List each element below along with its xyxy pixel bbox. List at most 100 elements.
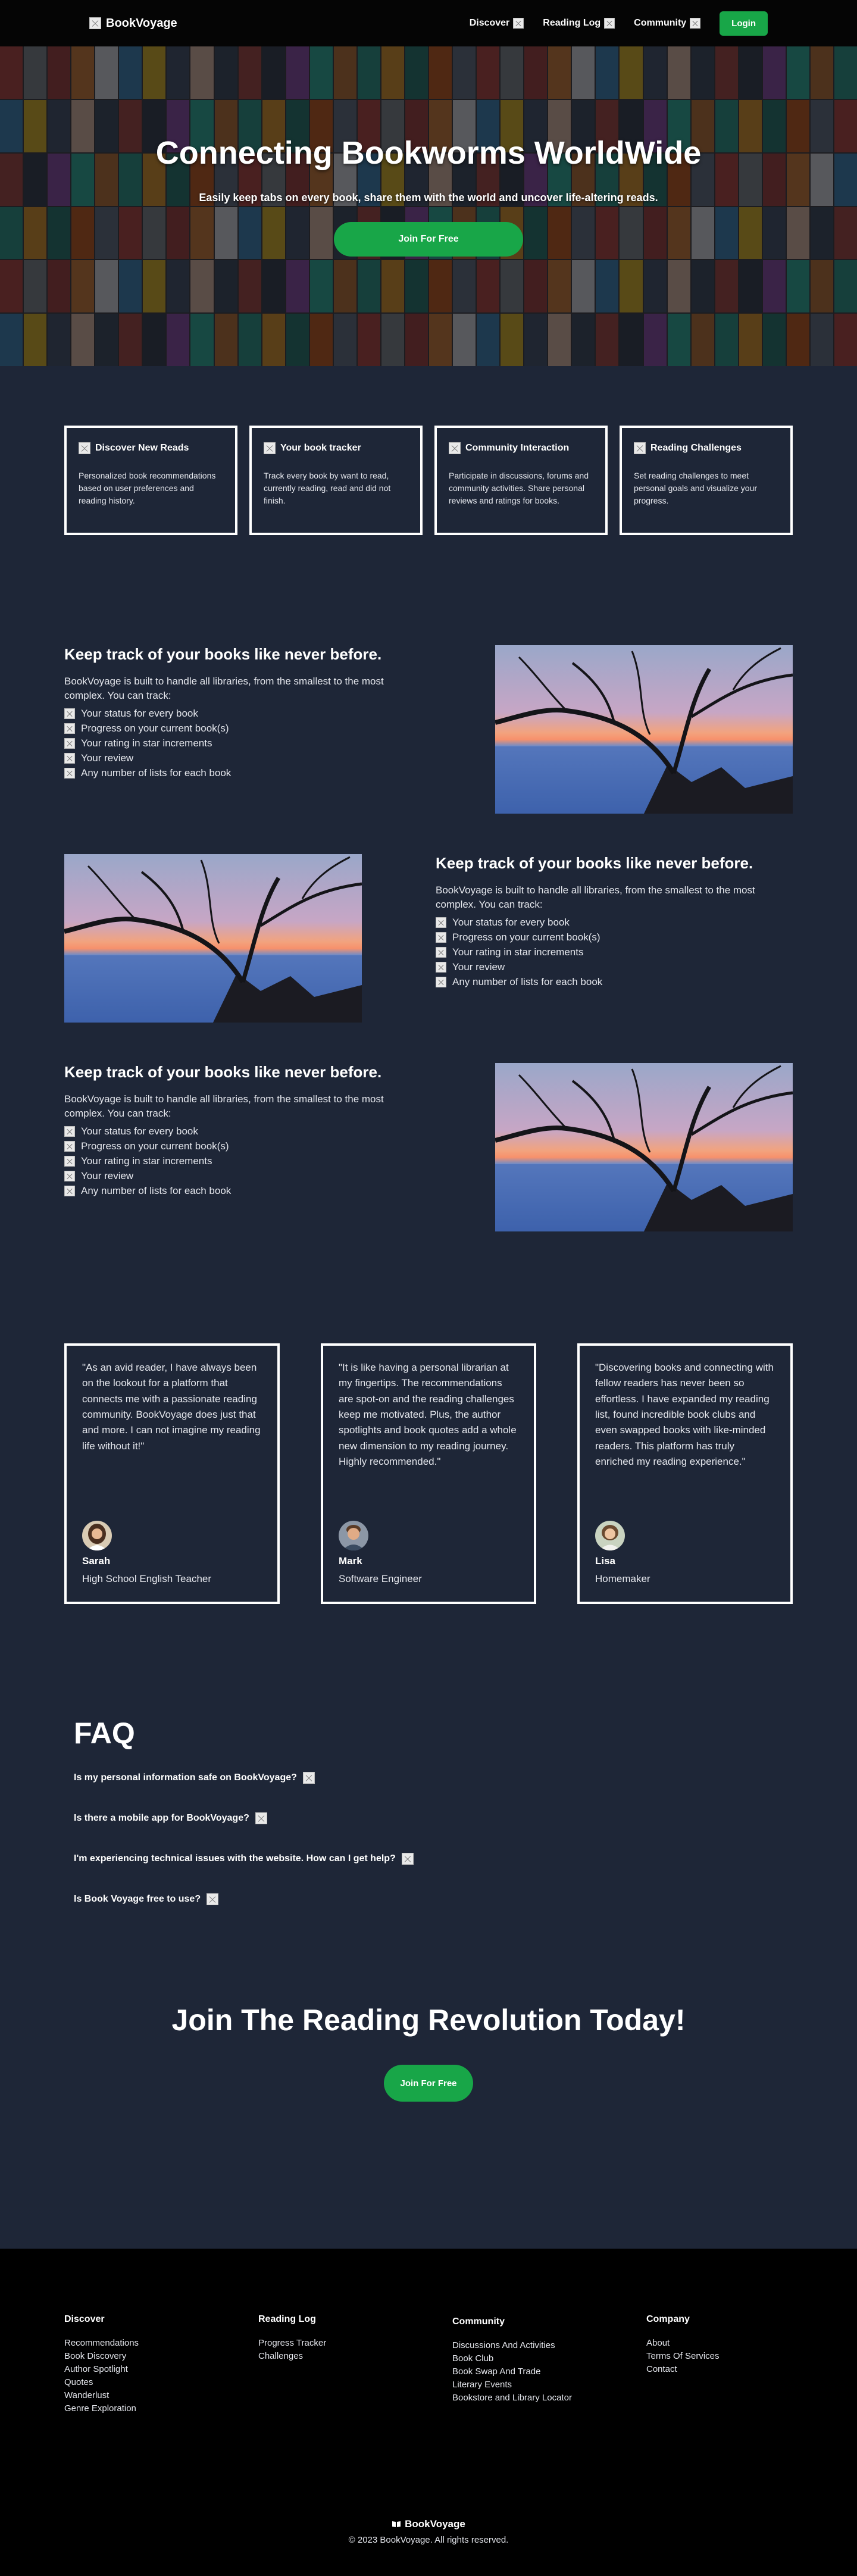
list-item: Progress on your current book(s) — [64, 721, 421, 736]
footer-brand: BookVoyage © 2023 BookVoyage. All rights… — [0, 2518, 857, 2545]
list-item: Progress on your current book(s) — [436, 930, 793, 945]
features-row: Discover New Reads Personalized book rec… — [0, 366, 857, 535]
track-copy: Keep track of your books like never befo… — [64, 645, 421, 781]
list-item-label: Progress on your current book(s) — [452, 931, 600, 943]
footer-link[interactable]: Recommendations — [64, 2337, 258, 2350]
check-icon — [436, 932, 446, 943]
hero-join-button[interactable]: Join For Free — [334, 222, 523, 257]
avatar — [339, 1521, 368, 1550]
list-item-label: Any number of lists for each book — [452, 976, 603, 988]
hero-section: Connecting Bookworms WorldWide Easily ke… — [0, 46, 857, 366]
testimonial-person: Lisa Homemaker — [595, 1521, 650, 1585]
feature-text: Personalized book recommendations based … — [79, 471, 216, 505]
testimonial-card-sarah: "As an avid reader, I have always been o… — [64, 1343, 280, 1604]
faq-question[interactable]: Is there a mobile app for BookVoyage? — [74, 1812, 783, 1824]
footer-link[interactable]: Bookstore and Library Locator — [452, 2391, 646, 2405]
faq-question-label: Is there a mobile app for BookVoyage? — [74, 1813, 249, 1823]
hero-title: Connecting Bookworms WorldWide — [155, 135, 702, 171]
book-icon — [89, 17, 101, 29]
brand-logo[interactable]: BookVoyage — [89, 17, 177, 30]
page: BookVoyage Discover Reading Log Communit… — [0, 0, 857, 2576]
testimonials-row: "As an avid reader, I have always been o… — [0, 1343, 857, 1604]
chevron-down-icon — [207, 1893, 219, 1905]
footer-link[interactable]: Contact — [646, 2363, 840, 2376]
join-title: Join The Reading Revolution Today! — [171, 2003, 686, 2037]
hero-subtitle: Easily keep tabs on every book, share th… — [199, 192, 658, 204]
faq-question[interactable]: Is Book Voyage free to use? — [74, 1893, 783, 1905]
tree-silhouette — [495, 647, 793, 814]
list-item-label: Any number of lists for each book — [81, 767, 232, 779]
join-button[interactable]: Join For Free — [384, 2065, 473, 2102]
track-title: Keep track of your books like never befo… — [436, 854, 753, 872]
testimonial-role: Software Engineer — [339, 1573, 422, 1584]
track-list: Your status for every book Progress on y… — [64, 1124, 421, 1199]
feature-card-discover: Discover New Reads Personalized book rec… — [64, 426, 237, 535]
tree-silhouette — [64, 856, 362, 1023]
footer-link[interactable]: Terms Of Services — [646, 2350, 840, 2363]
footer-link[interactable]: Book Club — [452, 2352, 646, 2365]
check-icon — [436, 917, 446, 929]
bookmark-icon — [264, 442, 276, 454]
people-icon — [449, 442, 461, 454]
faq-question[interactable]: I'm experiencing technical issues with t… — [74, 1853, 783, 1865]
check-icon — [64, 1156, 75, 1167]
footer-link[interactable]: Literary Events — [452, 2378, 646, 2391]
footer-link[interactable]: Quotes — [64, 2376, 258, 2389]
feature-text: Track every book by want to read, curren… — [264, 471, 391, 505]
footer-link[interactable]: Book Discovery — [64, 2350, 258, 2363]
list-item-label: Your rating in star increments — [81, 1155, 212, 1167]
list-item: Progress on your current book(s) — [64, 1139, 421, 1154]
nav-reading-log[interactable]: Reading Log — [543, 18, 615, 29]
book-icon — [392, 2521, 401, 2527]
check-icon — [64, 708, 75, 720]
footer-brand-name: BookVoyage — [405, 2518, 465, 2530]
chevron-down-icon — [604, 18, 615, 29]
footer-logo[interactable]: BookVoyage — [392, 2518, 465, 2530]
footer-column-company: Company About Terms Of Services Contact — [646, 2314, 840, 2415]
feature-title: Your book tracker — [280, 443, 361, 453]
login-button[interactable]: Login — [720, 11, 768, 36]
lake-tree-image — [495, 645, 793, 814]
footer-link[interactable]: Discussions And Activities — [452, 2339, 646, 2352]
avatar — [595, 1521, 625, 1550]
faq-question[interactable]: Is my personal information safe on BookV… — [74, 1772, 783, 1784]
nav-discover[interactable]: Discover — [470, 18, 524, 29]
feature-text: Set reading challenges to meet personal … — [634, 471, 758, 505]
list-item-label: Your status for every book — [81, 1126, 198, 1137]
footer-columns: Discover Recommendations Book Discovery … — [0, 2249, 857, 2415]
track-list: Your status for every book Progress on y… — [436, 915, 793, 990]
hero-content: Connecting Bookworms WorldWide Easily ke… — [0, 46, 857, 366]
list-item: Any number of lists for each book — [64, 1184, 421, 1199]
check-icon — [64, 1126, 75, 1137]
footer-link[interactable]: Book Swap And Trade — [452, 2365, 646, 2378]
list-item: Your review — [64, 751, 421, 766]
brand-name: BookVoyage — [106, 16, 177, 30]
compass-icon — [79, 442, 90, 454]
check-icon — [436, 977, 446, 988]
footer-link[interactable]: Author Spotlight — [64, 2363, 258, 2376]
feature-card-tracker: Your book tracker Track every book by wa… — [249, 426, 423, 535]
footer-link[interactable]: Wanderlust — [64, 2389, 258, 2402]
footer-column-title: Discover — [64, 2314, 105, 2324]
footer-column-reading-log: Reading Log Progress Tracker Challenges — [258, 2314, 452, 2415]
list-item-label: Your status for every book — [81, 708, 198, 720]
nav-community[interactable]: Community — [634, 18, 701, 29]
footer-link[interactable]: Progress Tracker — [258, 2337, 452, 2350]
testimonial-role: High School English Teacher — [82, 1573, 212, 1584]
footer-link[interactable]: Challenges — [258, 2350, 452, 2363]
track-intro: BookVoyage is built to handle all librar… — [436, 884, 755, 910]
check-icon — [64, 723, 75, 734]
list-item-label: Your rating in star increments — [81, 737, 212, 749]
track-list: Your status for every book Progress on y… — [64, 706, 421, 781]
footer-link[interactable]: About — [646, 2337, 840, 2350]
lake-tree-image — [64, 854, 362, 1023]
testimonial-quote: "Discovering books and connecting with f… — [595, 1362, 774, 1468]
feature-text: Participate in discussions, forums and c… — [449, 471, 589, 505]
check-icon — [436, 947, 446, 958]
feature-title: Community Interaction — [465, 443, 570, 453]
nav-community-label: Community — [634, 18, 687, 28]
testimonial-name: Lisa — [595, 1555, 616, 1567]
footer-column-community: Community Discussions And Activities Boo… — [452, 2314, 646, 2415]
list-item: Your rating in star increments — [64, 1154, 421, 1169]
footer-link[interactable]: Genre Exploration — [64, 2402, 258, 2415]
